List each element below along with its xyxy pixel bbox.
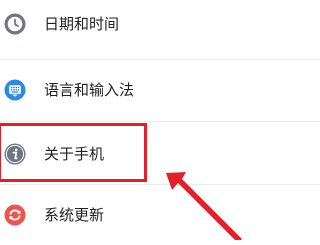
pointer-arrow (166, 172, 242, 240)
